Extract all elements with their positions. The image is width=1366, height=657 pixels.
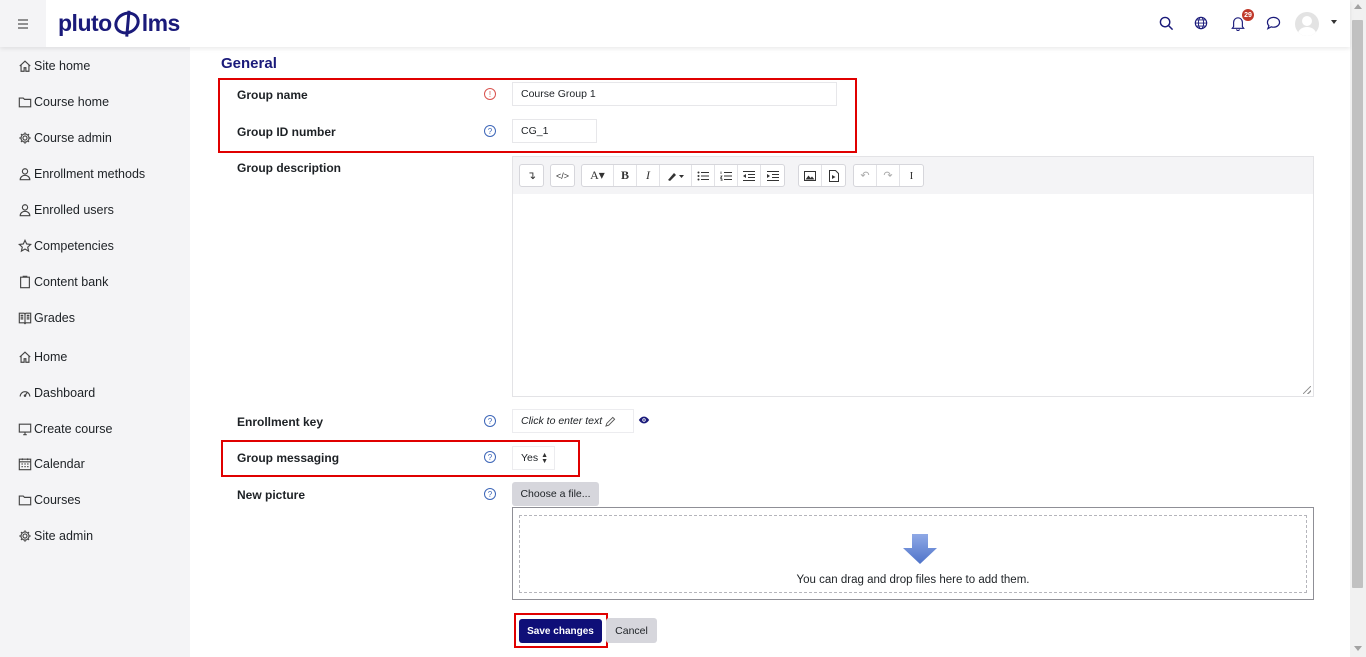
sidebar-item-label: Enrolled users — [34, 203, 114, 217]
search-icon[interactable] — [1155, 12, 1177, 34]
save-button[interactable]: Save changes — [519, 619, 602, 643]
bullet-list-icon[interactable] — [692, 165, 715, 186]
clipboard-icon — [20, 275, 30, 289]
home-icon — [19, 60, 31, 72]
sidebar-item-label: Create course — [34, 422, 113, 436]
description-editor[interactable]: ↴ </> A▾ B I ↶ ↷ I — [512, 156, 1314, 397]
sidebar-item-label: Home — [34, 350, 68, 364]
dropzone-text: You can drag and drop files here to add … — [796, 574, 1030, 586]
monitor-icon — [18, 423, 32, 436]
resize-grip-icon[interactable] — [1303, 386, 1311, 394]
user-icon — [19, 168, 31, 181]
gear-icon — [19, 530, 31, 542]
toolbar-group: A▾ B I — [581, 164, 785, 187]
sidebar-item-courses[interactable]: Courses — [18, 490, 81, 510]
scroll-up-arrow-icon[interactable] — [1354, 4, 1362, 9]
home-icon — [19, 351, 31, 363]
outdent-icon[interactable] — [738, 165, 761, 186]
gear-icon — [19, 132, 31, 144]
top-navbar: pluto lms 29 — [0, 0, 1350, 47]
sidebar-item-create-course[interactable]: Create course — [18, 419, 113, 439]
group-description-label: Group description — [237, 161, 342, 175]
text-cursor-icon[interactable]: I — [900, 165, 923, 186]
sidebar-item-label: Enrollment methods — [34, 167, 146, 181]
sidebar-item-label: Site admin — [34, 529, 94, 543]
enrollment-key-placeholder: Click to enter text — [521, 415, 603, 427]
media-icon[interactable] — [822, 165, 845, 186]
sidebar-item-site-home[interactable]: Site home — [18, 56, 90, 76]
avatar[interactable] — [1295, 12, 1319, 36]
text-color-icon[interactable] — [660, 165, 692, 186]
toolbar-group — [798, 164, 846, 187]
italic-icon[interactable]: I — [637, 165, 660, 186]
sidebar-item-calendar[interactable]: Calendar — [18, 454, 85, 474]
folder-icon — [18, 97, 32, 108]
user-icon — [19, 204, 31, 217]
html-code-icon[interactable]: </> — [551, 165, 574, 186]
sidebar-item-label: Grades — [34, 311, 75, 325]
logo-suffix: lms — [141, 9, 181, 36]
logo-prefix: pluto — [58, 9, 112, 36]
chevron-down-icon[interactable] — [1331, 20, 1337, 24]
toolbar-group: ↶ ↷ I — [853, 164, 924, 187]
font-style-icon[interactable]: A▾ — [582, 165, 614, 186]
toolbar-group: </> — [550, 164, 575, 187]
redo-icon[interactable]: ↷ — [877, 165, 900, 186]
book-icon — [18, 312, 32, 325]
enrollment-key-field[interactable]: Click to enter text — [512, 409, 634, 433]
enrollment-key-label: Enrollment key — [237, 415, 324, 429]
download-arrow-icon — [903, 534, 937, 564]
help-icon[interactable]: ? — [484, 488, 496, 500]
sidebar-item-grades[interactable]: Grades — [18, 308, 75, 328]
sidebar-item-label: Dashboard — [34, 386, 96, 400]
new-picture-label: New picture — [237, 488, 306, 502]
sidebar-item-competencies[interactable]: Competencies — [18, 236, 114, 256]
sidebar-item-content-bank[interactable]: Content bank — [18, 272, 108, 292]
scroll-thumb[interactable] — [1352, 20, 1363, 588]
sidebar-item-label: Course home — [34, 95, 110, 109]
chat-icon[interactable] — [1262, 12, 1284, 34]
logo-ring-icon — [110, 7, 144, 39]
hamburger-icon[interactable] — [0, 0, 46, 47]
sidebar-item-label: Calendar — [34, 457, 85, 471]
file-dropzone[interactable]: You can drag and drop files here to add … — [512, 507, 1314, 600]
numbered-list-icon[interactable] — [715, 165, 738, 186]
sidebar-item-home[interactable]: Home — [18, 347, 67, 367]
dashboard-icon — [19, 391, 31, 397]
toolbar-toggle-icon[interactable]: ↴ — [520, 165, 543, 186]
sidebar-item-dashboard[interactable]: Dashboard — [18, 383, 95, 403]
bold-icon[interactable]: B — [614, 165, 637, 186]
help-icon[interactable]: ? — [484, 415, 496, 427]
sidebar-item-site-admin[interactable]: Site admin — [18, 526, 93, 546]
toolbar-group: ↴ — [519, 164, 544, 187]
section-title: General — [221, 55, 277, 72]
sidebar-item-course-home[interactable]: Course home — [18, 92, 109, 112]
site-logo[interactable]: pluto lms — [58, 7, 181, 39]
file-dropzone-inner: You can drag and drop files here to add … — [519, 515, 1307, 593]
sidebar-item-label: Course admin — [34, 131, 112, 145]
sidebar-item-enrolled-users[interactable]: Enrolled users — [18, 200, 114, 220]
star-icon — [18, 239, 32, 253]
calendar-icon — [18, 458, 32, 471]
pencil-icon — [605, 416, 616, 427]
notification-badge: 29 — [1242, 9, 1254, 21]
sidebar-item-enrollment-methods[interactable]: Enrollment methods — [18, 164, 145, 184]
cancel-button[interactable]: Cancel — [606, 618, 657, 643]
scroll-down-arrow-icon[interactable] — [1354, 646, 1362, 651]
reveal-eye-icon[interactable] — [638, 414, 650, 426]
globe-icon[interactable] — [1190, 12, 1212, 34]
sidebar-item-label: Courses — [34, 493, 81, 507]
indent-icon[interactable] — [761, 165, 784, 186]
sidebar-item-label: Competencies — [34, 239, 114, 253]
image-icon[interactable] — [799, 165, 822, 186]
highlight-box — [221, 440, 580, 477]
sidebar-item-course-admin[interactable]: Course admin — [18, 128, 112, 148]
sidebar-item-label: Site home — [34, 59, 91, 73]
choose-file-button[interactable]: Choose a file... — [512, 482, 599, 506]
undo-icon[interactable]: ↶ — [854, 165, 877, 186]
folder-icon — [18, 495, 32, 506]
editor-toolbar: ↴ </> A▾ B I ↶ ↷ I — [513, 157, 1313, 194]
sidebar-item-label: Content bank — [34, 275, 109, 289]
highlight-box — [218, 78, 857, 153]
